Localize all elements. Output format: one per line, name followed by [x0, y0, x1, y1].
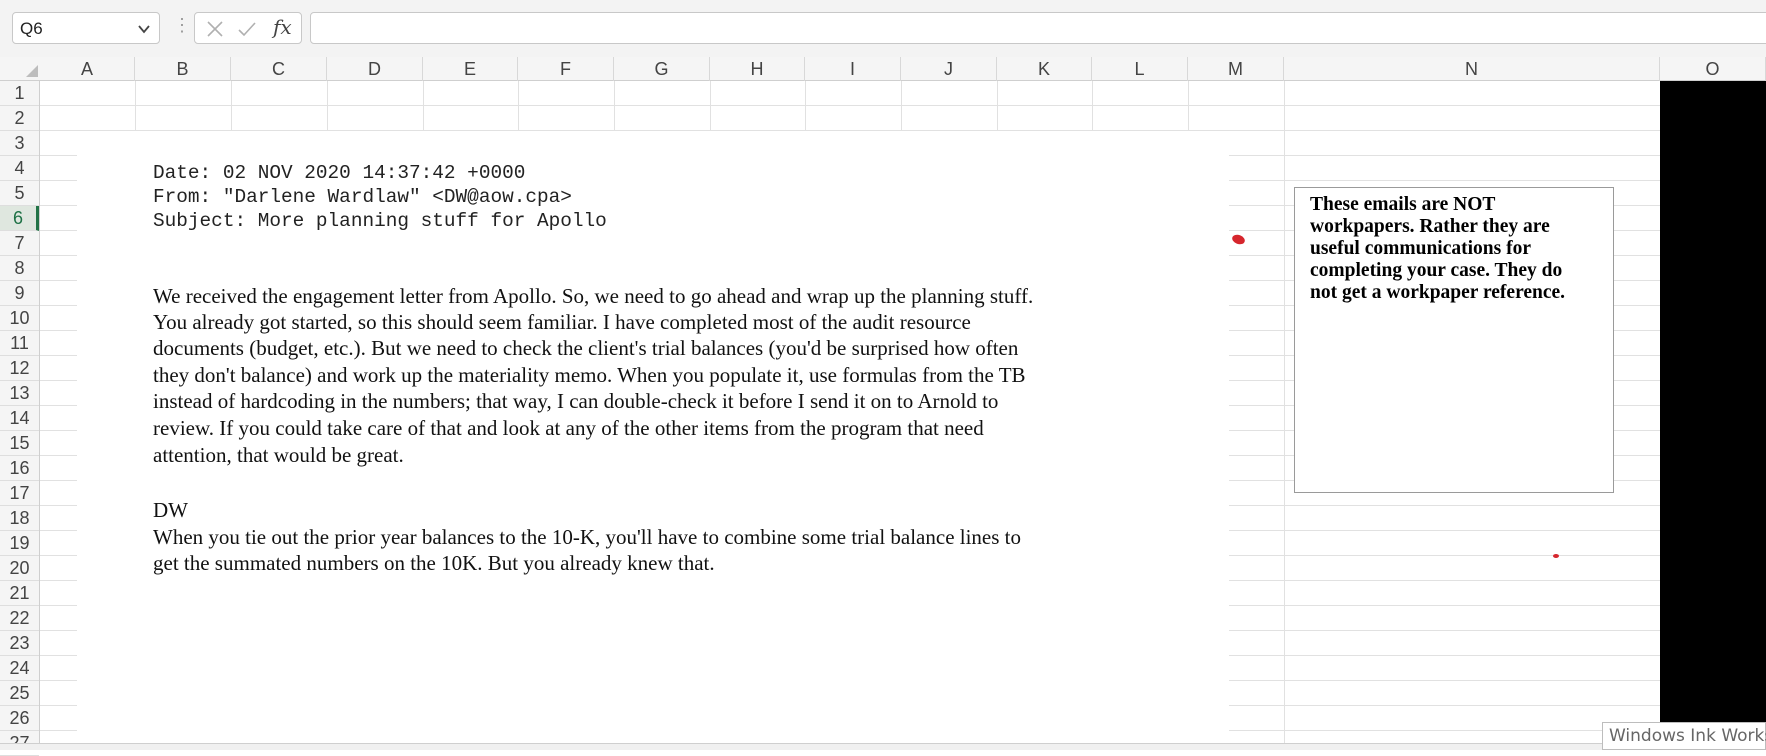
email-body-line: they don't balance) and work up the mate…: [153, 363, 1026, 387]
column-header[interactable]: J: [901, 57, 997, 81]
row-header[interactable]: 15: [0, 431, 39, 456]
formula-bar: Q6 ⋮ fx: [0, 0, 1766, 57]
row-header[interactable]: 11: [0, 331, 39, 356]
row-header[interactable]: 25: [0, 681, 39, 706]
row-header[interactable]: 17: [0, 481, 39, 506]
row-header[interactable]: 24: [0, 656, 39, 681]
email-body-line: review. If you could take care of that a…: [153, 416, 984, 440]
column-header[interactable]: L: [1092, 57, 1188, 81]
column-header[interactable]: C: [231, 57, 327, 81]
row-header[interactable]: 8: [0, 256, 39, 281]
formula-bar-buttons: fx: [194, 12, 302, 44]
row-header[interactable]: 1: [0, 81, 39, 106]
row-header[interactable]: 22: [0, 606, 39, 631]
column-header[interactable]: B: [135, 57, 231, 81]
formula-input[interactable]: [310, 12, 1766, 44]
row-header[interactable]: 13: [0, 381, 39, 406]
column-header[interactable]: A: [40, 57, 135, 81]
select-all-corner[interactable]: [26, 65, 38, 77]
note-line: These emails are NOT: [1310, 194, 1496, 215]
windows-ink-overlay[interactable]: Windows Ink Works: [1602, 722, 1766, 750]
email-signature: DW: [153, 498, 188, 522]
column-gridline: [1284, 81, 1285, 750]
row-header[interactable]: 19: [0, 531, 39, 556]
email-body-line: You already got started, so this should …: [153, 310, 971, 334]
row-header[interactable]: 12: [0, 356, 39, 381]
column-header[interactable]: N: [1284, 57, 1660, 81]
row-header[interactable]: 9: [0, 281, 39, 306]
row-header-active[interactable]: 6: [0, 206, 39, 231]
column-header[interactable]: H: [710, 57, 805, 81]
row-header[interactable]: 20: [0, 556, 39, 581]
row-header[interactable]: 7: [0, 231, 39, 256]
check-icon[interactable]: [237, 20, 257, 38]
column-header[interactable]: K: [997, 57, 1092, 81]
email-date-line: Date: 02 NOV 2020 14:37:42 +0000: [153, 162, 526, 184]
column-header[interactable]: D: [327, 57, 423, 81]
row-header[interactable]: 3: [0, 131, 39, 156]
email-body-line: We received the engagement letter from A…: [153, 284, 1034, 308]
insert-function-icon[interactable]: fx: [273, 15, 292, 39]
column-header[interactable]: G: [614, 57, 710, 81]
row-header[interactable]: 2: [0, 106, 39, 131]
email-postscript-line: When you tie out the prior year balances…: [153, 525, 1022, 549]
black-fill-column: [1660, 81, 1766, 750]
email-from-line: From: "Darlene Wardlaw" <DW@aow.cpa>: [153, 186, 572, 208]
note-text-box[interactable]: These emails are NOT workpapers. Rather …: [1294, 187, 1614, 493]
cell-grid[interactable]: Date: 02 NOV 2020 14:37:42 +0000 From: "…: [40, 81, 1766, 750]
cancel-icon[interactable]: [206, 20, 224, 38]
column-header[interactable]: F: [518, 57, 614, 81]
column-header[interactable]: M: [1188, 57, 1284, 81]
column-header[interactable]: I: [805, 57, 901, 81]
row-header[interactable]: 21: [0, 581, 39, 606]
column-header[interactable]: E: [423, 57, 518, 81]
row-gridline: [40, 105, 1660, 106]
row-header[interactable]: 4: [0, 156, 39, 181]
row-header[interactable]: 23: [0, 631, 39, 656]
note-line: not get a workpaper reference.: [1310, 282, 1566, 303]
name-box-value: Q6: [20, 19, 43, 38]
email-body-line: documents (budget, etc.). But we need to…: [153, 336, 1019, 360]
chevron-down-icon[interactable]: [137, 22, 151, 36]
ink-stroke: [1553, 554, 1559, 558]
name-box[interactable]: Q6: [12, 12, 160, 44]
column-header[interactable]: O: [1660, 57, 1766, 81]
row-header[interactable]: 14: [0, 406, 39, 431]
note-line: workpapers. Rather they are: [1310, 216, 1550, 237]
sheet-tab-strip[interactable]: [0, 743, 1766, 750]
formula-bar-resize-handle[interactable]: ⋮: [173, 16, 191, 34]
email-body-line: instead of hardcoding in the numbers; th…: [153, 389, 999, 413]
note-line: useful communications for: [1310, 238, 1531, 259]
row-header[interactable]: 18: [0, 506, 39, 531]
email-body-line: attention, that would be great.: [153, 443, 404, 467]
email-postscript-line: get the summated numbers on the 10K. But…: [153, 551, 715, 575]
row-header[interactable]: 5: [0, 181, 39, 206]
email-subject-line: Subject: More planning stuff for Apollo: [153, 210, 607, 232]
row-header-column: 1 2 3 4 5 6 7 8 9 10 11 12 13 14 15 16 1…: [0, 81, 40, 756]
windows-ink-label: Windows Ink Works: [1609, 726, 1766, 746]
row-header[interactable]: 16: [0, 456, 39, 481]
note-line: completing your case. They do: [1310, 260, 1563, 281]
row-header[interactable]: 10: [0, 306, 39, 331]
column-header-row: A B C D E F G H I J K L M N O: [0, 57, 1766, 81]
ink-stroke: [1230, 233, 1247, 246]
row-header[interactable]: 26: [0, 706, 39, 731]
